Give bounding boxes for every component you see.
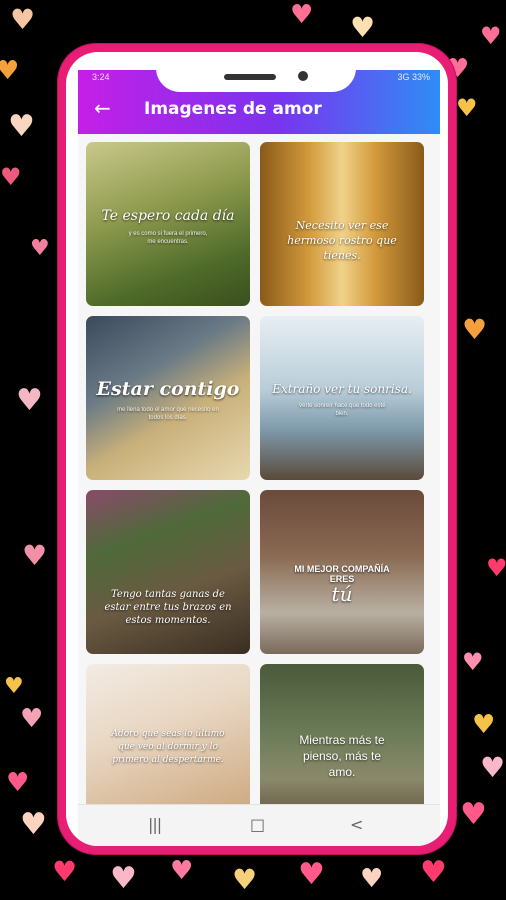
card-emphasis: tú (331, 582, 353, 606)
phone-frame: 3:24 3G 33% ← Imagenes de amor Te espero… (58, 44, 456, 854)
recents-button[interactable]: ||| (148, 815, 162, 834)
heart-icon: ♥ (170, 856, 194, 886)
image-card[interactable]: Adoro que seas lo último que veo al dorm… (86, 664, 250, 804)
card-caption: MI MEJOR COMPAÑÍA ERES (294, 564, 390, 584)
image-card[interactable]: Mientras más te pienso, más te amo. (260, 664, 424, 804)
image-card[interactable]: Necesito ver ese hermoso rostro que tien… (260, 142, 424, 306)
front-camera (298, 71, 308, 81)
card-subcaption: me llena todo el amor que necesito en to… (117, 407, 219, 421)
heart-icon: ♥ (480, 751, 506, 784)
heart-icon: ♥ (20, 807, 47, 842)
page-title: Imagenes de amor (144, 99, 322, 119)
card-subcaption: y es como si fuera el primero, me encuen… (128, 231, 208, 245)
heart-icon: ♥ (110, 861, 137, 896)
image-card[interactable]: Te espero cada día y es como si fuera el… (86, 142, 250, 306)
card-subcaption: Verte sonreír hace que todo esté bien. (298, 403, 386, 417)
heart-icon: ♥ (10, 3, 36, 36)
heart-icon: ♥ (462, 648, 484, 676)
heart-icon: ♥ (0, 163, 22, 191)
card-caption: Adoro que seas lo último que veo al dorm… (111, 729, 225, 765)
heart-icon: ♥ (350, 11, 376, 44)
card-caption: Extraño ver tu sonrisa. (272, 382, 412, 396)
image-card[interactable]: Extraño ver tu sonrisa. Verte sonreír ha… (260, 316, 424, 480)
card-caption: Estar contigo (96, 378, 240, 400)
heart-icon: ♥ (472, 710, 496, 740)
heart-icon: ♥ (232, 863, 258, 896)
card-caption: Tengo tantas ganas de estar entre tus br… (104, 589, 232, 626)
arrow-left-icon[interactable]: ← (94, 96, 111, 120)
heart-icon: ♥ (20, 704, 44, 734)
heart-icon: ♥ (0, 56, 20, 86)
heart-icon: ♥ (8, 109, 35, 144)
image-card[interactable]: MI MEJOR COMPAÑÍA ERES tú (260, 490, 424, 654)
heart-icon: ♥ (290, 0, 314, 30)
heart-icon: ♥ (22, 539, 48, 572)
heart-icon: ♥ (460, 797, 487, 832)
heart-icon: ♥ (360, 864, 384, 894)
card-caption: Te espero cada día (101, 208, 235, 224)
status-time: 3:24 (92, 72, 110, 82)
system-nav-bar: ||| □ < (78, 804, 440, 846)
phone-screen: 3:24 3G 33% ← Imagenes de amor Te espero… (66, 52, 448, 846)
heart-icon: ♥ (30, 236, 50, 261)
heart-icon: ♥ (298, 857, 325, 892)
image-card[interactable]: Tengo tantas ganas de estar entre tus br… (86, 490, 250, 654)
image-card[interactable]: Estar contigo me llena todo el amor que … (86, 316, 250, 480)
image-grid: Te espero cada día y es como si fuera el… (78, 134, 440, 804)
status-indicators: 3G 33% (397, 72, 430, 82)
speaker (224, 74, 276, 80)
heart-icon: ♥ (6, 768, 30, 798)
heart-icon: ♥ (4, 674, 24, 699)
heart-icon: ♥ (480, 22, 502, 50)
heart-icon: ♥ (462, 313, 488, 346)
home-button[interactable]: □ (250, 815, 265, 834)
card-caption: Mientras más te pienso, más te amo. (299, 733, 385, 779)
back-button[interactable]: < (350, 815, 363, 834)
heart-icon: ♥ (52, 855, 78, 888)
notch (156, 52, 356, 92)
heart-icon: ♥ (420, 855, 447, 890)
heart-icon: ♥ (16, 383, 43, 418)
heart-icon: ♥ (456, 94, 478, 122)
heart-icon: ♥ (486, 554, 506, 582)
card-caption: Necesito ver ese hermoso rostro que tien… (287, 219, 397, 262)
